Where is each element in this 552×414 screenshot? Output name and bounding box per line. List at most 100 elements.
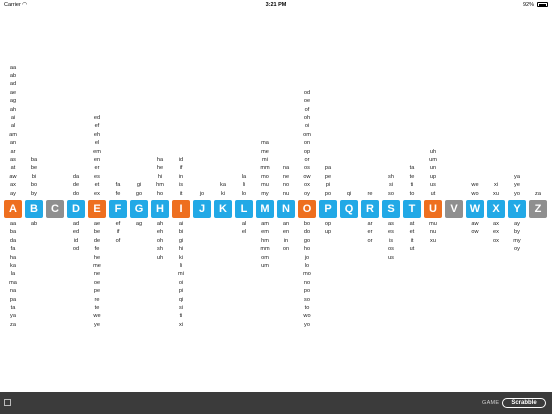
word-item: bi xyxy=(31,173,37,180)
word-item: of xyxy=(304,106,310,113)
letter-tile[interactable]: F xyxy=(109,200,127,218)
words-starting-list: ax ex ox xyxy=(487,220,505,245)
words-ending-list: za xyxy=(529,0,547,198)
word-item: ox xyxy=(304,182,310,189)
word-item: me xyxy=(93,263,101,270)
words-ending-list: la li lo xyxy=(235,0,253,198)
letter-tile[interactable]: P xyxy=(319,200,337,218)
letter-tile[interactable]: A xyxy=(4,200,22,218)
letter-tile[interactable]: R xyxy=(361,200,379,218)
word-item: uh xyxy=(429,148,437,155)
word-item: et xyxy=(409,229,415,236)
word-item: el xyxy=(94,140,100,147)
words-ending-list: re xyxy=(361,0,379,198)
letter-tile[interactable]: S xyxy=(382,200,400,218)
letter-tile[interactable]: N xyxy=(277,200,295,218)
word-item: el xyxy=(241,229,247,236)
words-starting-list: ad ed id od xyxy=(67,220,85,254)
word-item: yo xyxy=(514,190,520,197)
letter-tile[interactable]: O xyxy=(298,200,316,218)
word-item: my xyxy=(513,237,521,244)
words-starting-list: ag xyxy=(130,220,148,228)
word-item: hm xyxy=(156,182,164,189)
letter-tile[interactable]: V xyxy=(445,200,463,218)
word-item: be xyxy=(30,165,38,172)
word-item: om xyxy=(261,254,269,261)
word-item: xu xyxy=(493,190,499,197)
word-item: or xyxy=(304,156,310,163)
word-item: er xyxy=(367,229,373,236)
word-item: bi xyxy=(178,229,184,236)
letter-tile[interactable]: W xyxy=(466,200,484,218)
letter-tile[interactable]: L xyxy=(235,200,253,218)
letter-tile[interactable]: D xyxy=(67,200,85,218)
word-item: qi xyxy=(346,190,352,197)
word-item: ad xyxy=(9,81,17,88)
word-item: re xyxy=(94,296,100,303)
word-item: li xyxy=(242,182,246,189)
words-ending-list: na ne no nu xyxy=(277,0,295,198)
word-item: oh xyxy=(303,114,311,121)
word-item: ka xyxy=(10,263,16,270)
letter-tile[interactable]: U xyxy=(424,200,442,218)
word-item: gi xyxy=(178,237,184,244)
letter-tile[interactable]: M xyxy=(256,200,274,218)
word-item: or xyxy=(367,237,373,244)
word-item: mu xyxy=(261,182,269,189)
word-item: um xyxy=(429,156,437,163)
word-item: ef xyxy=(115,221,121,227)
word-item: fe xyxy=(115,190,121,197)
letter-tile[interactable]: T xyxy=(403,200,421,218)
word-item: eh xyxy=(156,229,164,236)
word-item: ba xyxy=(9,229,17,236)
words-starting-list: aw ow xyxy=(466,220,484,237)
letter-tile[interactable]: E xyxy=(88,200,106,218)
word-item: op xyxy=(324,221,332,227)
words-ending-list: ma me mi mm mo mu my xyxy=(256,0,274,198)
word-item: xi xyxy=(493,182,499,189)
letter-tile[interactable]: B xyxy=(25,200,43,218)
word-item: xi xyxy=(178,321,184,328)
word-item: ab xyxy=(9,72,17,79)
word-item: ta xyxy=(10,305,16,312)
letter-tile[interactable]: G xyxy=(130,200,148,218)
word-item: on xyxy=(282,246,290,253)
word-item: oy xyxy=(304,190,310,197)
word-item: aa xyxy=(9,64,17,71)
words-starting-list: at et it ut xyxy=(403,220,421,254)
letter-tile[interactable]: K xyxy=(214,200,232,218)
word-item: bo xyxy=(30,182,38,189)
word-item: pa xyxy=(324,165,332,172)
words-starting-list: op up xyxy=(319,220,337,237)
letter-tile[interactable]: Q xyxy=(340,200,358,218)
word-item: wo xyxy=(471,190,479,197)
letter-tile[interactable]: X xyxy=(487,200,505,218)
letter-tile[interactable]: H xyxy=(151,200,169,218)
word-item: si xyxy=(178,305,184,312)
word-item: qi xyxy=(178,296,184,303)
word-item: ax xyxy=(493,221,499,227)
letter-tile[interactable]: Z xyxy=(529,200,547,218)
word-item: am xyxy=(261,221,269,227)
letter-tile[interactable]: Y xyxy=(508,200,526,218)
word-item: nu xyxy=(429,229,437,236)
word-item: go xyxy=(135,190,143,197)
footer-toolbar: GAME Scrabble xyxy=(0,392,552,414)
word-item: us xyxy=(388,254,394,261)
word-item: no xyxy=(303,279,311,286)
letter-tile[interactable]: C xyxy=(46,200,64,218)
word-item: ah xyxy=(9,106,17,113)
letter-tile[interactable]: J xyxy=(193,200,211,218)
game-label: GAME xyxy=(482,400,500,406)
word-item: ox xyxy=(493,237,499,244)
word-item: ay xyxy=(10,190,16,197)
word-item: ai xyxy=(10,114,16,121)
word-item: fa xyxy=(10,246,16,253)
word-item: oy xyxy=(514,246,520,253)
words-ending-list: od oe of oh oi om on op or os ow ox oy xyxy=(298,0,316,198)
word-item: un xyxy=(429,165,437,172)
settings-icon[interactable] xyxy=(4,399,11,406)
word-item: om xyxy=(303,131,311,138)
game-select-button[interactable]: Scrabble xyxy=(502,398,546,408)
letter-tile[interactable]: I xyxy=(172,200,190,218)
